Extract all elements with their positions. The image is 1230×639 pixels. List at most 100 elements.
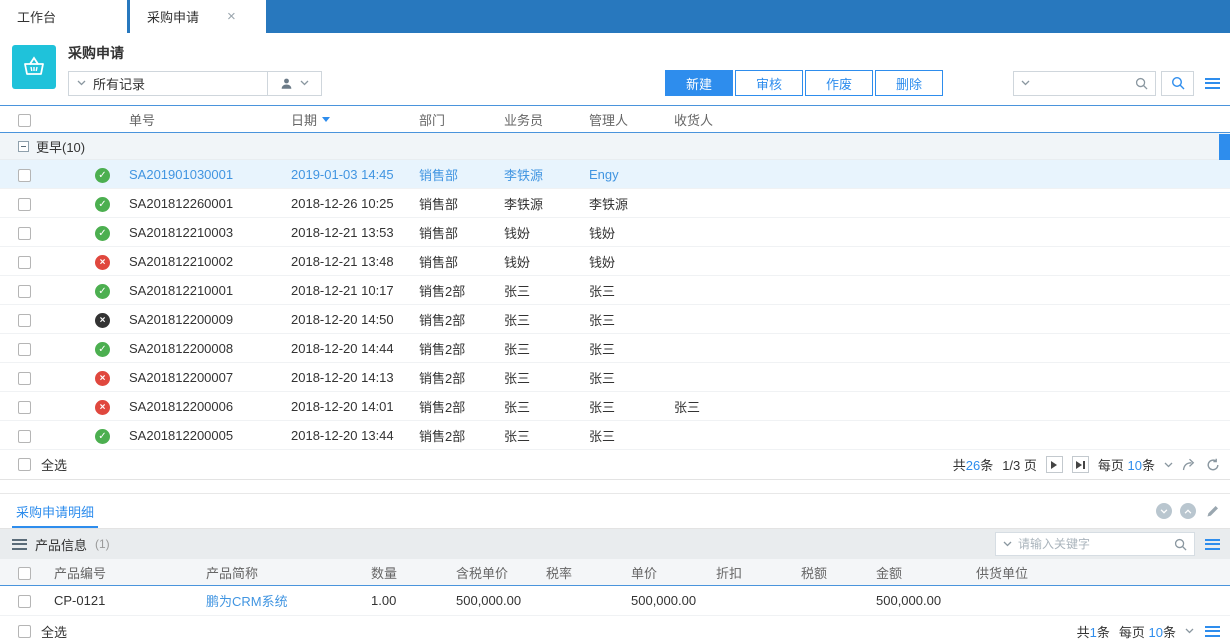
column-sales[interactable]: 业务员 — [504, 110, 589, 129]
row-checkbox[interactable] — [18, 256, 31, 269]
order-dept: 销售2部 — [419, 310, 504, 329]
section-divider — [0, 480, 1230, 494]
status-rejected-icon: × — [95, 371, 110, 386]
column-tax-rate[interactable]: 税率 — [540, 563, 625, 582]
export-icon[interactable] — [1182, 458, 1197, 471]
order-no-link[interactable]: SA201812200008 — [129, 341, 291, 356]
detail-list-settings-button[interactable] — [1205, 626, 1220, 637]
order-sales: 李铁源 — [504, 194, 589, 213]
order-no-link[interactable]: SA201812200005 — [129, 428, 291, 443]
delete-button[interactable]: 删除 — [875, 70, 943, 96]
table-row[interactable]: ×SA2018122000062018-12-20 14:01销售2部张三张三张… — [0, 392, 1230, 421]
keyword-search-icon[interactable] — [1174, 538, 1187, 551]
table-row[interactable]: ✓SA2018122100032018-12-21 13:53销售部钱妢钱妢 — [0, 218, 1230, 247]
table-row[interactable]: ×SA2018122100022018-12-21 13:48销售部钱妢钱妢 — [0, 247, 1230, 276]
column-dept[interactable]: 部门 — [419, 110, 504, 129]
order-no-link[interactable]: SA201812210002 — [129, 254, 291, 269]
next-page-button[interactable] — [1046, 456, 1063, 473]
column-price[interactable]: 单价 — [625, 563, 710, 582]
select-all-checkbox[interactable] — [18, 114, 31, 127]
per-page-dropdown-icon[interactable] — [1185, 628, 1194, 634]
column-product-code[interactable]: 产品编号 — [48, 563, 200, 582]
column-settings-button[interactable] — [1205, 78, 1220, 89]
order-sales: 李铁源 — [504, 165, 589, 184]
audit-button[interactable]: 审核 — [735, 70, 803, 96]
row-checkbox[interactable] — [18, 285, 31, 298]
refresh-icon[interactable] — [1206, 458, 1220, 472]
column-supplier[interactable]: 供货单位 — [970, 563, 1230, 582]
detail-column-settings-button[interactable] — [1205, 539, 1220, 550]
column-amount[interactable]: 金额 — [870, 563, 970, 582]
order-date: 2018-12-20 14:50 — [291, 312, 419, 327]
row-checkbox[interactable] — [18, 169, 31, 182]
order-no-link[interactable]: SA201812200007 — [129, 370, 291, 385]
tab-close-icon[interactable]: × — [227, 9, 236, 24]
order-no-link[interactable]: SA201812210003 — [129, 225, 291, 240]
column-manager[interactable]: 管理人 — [589, 110, 674, 129]
collapse-group-icon[interactable] — [18, 141, 29, 152]
per-page-dropdown-icon[interactable] — [1164, 462, 1173, 468]
detail-pagination: 共1条 每页 10条 — [1077, 622, 1220, 639]
order-no-link[interactable]: SA201812260001 — [129, 196, 291, 211]
detail-footer-select-all-checkbox[interactable] — [18, 625, 31, 638]
table-row[interactable]: ×SA2018122000092018-12-20 14:50销售2部张三张三 — [0, 305, 1230, 334]
column-date[interactable]: 日期 — [291, 110, 419, 129]
list-menu-icon — [1205, 626, 1220, 637]
row-checkbox[interactable] — [18, 314, 31, 327]
column-product-name[interactable]: 产品简称 — [200, 563, 365, 582]
detail-select-all-checkbox[interactable] — [18, 567, 31, 580]
column-receiver[interactable]: 收货人 — [674, 110, 1230, 129]
column-tax[interactable]: 税额 — [795, 563, 870, 582]
column-order-no[interactable]: 单号 — [129, 110, 291, 129]
table-row[interactable]: ×SA2018122000072018-12-20 14:13销售2部张三张三 — [0, 363, 1230, 392]
owner-filter-dropdown[interactable] — [268, 71, 322, 96]
panel-controls — [1156, 503, 1220, 519]
order-sales: 张三 — [504, 368, 589, 387]
order-dept: 销售2部 — [419, 397, 504, 416]
row-checkbox[interactable] — [18, 401, 31, 414]
chevron-down-icon[interactable] — [1003, 541, 1012, 547]
table-row[interactable]: ✓SA2018122000082018-12-20 14:44销售2部张三张三 — [0, 334, 1230, 363]
scrollbar-thumb[interactable] — [1219, 134, 1230, 160]
footer-select-all-checkbox[interactable] — [18, 458, 31, 471]
table-row[interactable]: ✓SA2018122100012018-12-21 10:17销售2部张三张三 — [0, 276, 1230, 305]
new-button[interactable]: 新建 — [665, 70, 733, 96]
search-icon[interactable] — [1135, 77, 1148, 90]
chevron-down-icon[interactable] — [1021, 80, 1030, 86]
row-checkbox[interactable] — [18, 343, 31, 356]
detail-row[interactable]: CP-0121鹏为CRM系统1.00500,000.00500,000.0050… — [0, 586, 1230, 616]
tab-purchase-detail[interactable]: 采购申请明细 — [12, 494, 98, 528]
detail-row-checkbox[interactable] — [18, 595, 31, 608]
search-area — [1013, 71, 1220, 96]
column-qty[interactable]: 数量 — [365, 563, 450, 582]
order-no-link[interactable]: SA201901030001 — [129, 167, 291, 182]
tab-workbench[interactable]: 工作台 — [0, 0, 127, 33]
last-page-button[interactable] — [1072, 456, 1089, 473]
order-date: 2018-12-21 13:53 — [291, 225, 419, 240]
row-checkbox[interactable] — [18, 227, 31, 240]
group-row-earlier[interactable]: 更早(10) — [0, 133, 1230, 160]
collapse-panel-button[interactable] — [1156, 503, 1172, 519]
advanced-search-button[interactable] — [1161, 71, 1194, 96]
expand-panel-button[interactable] — [1180, 503, 1196, 519]
void-button[interactable]: 作废 — [805, 70, 873, 96]
order-no-link[interactable]: SA201812210001 — [129, 283, 291, 298]
tab-purchase-request[interactable]: 采购申请 × — [130, 0, 266, 33]
detail-table-header: 产品编号 产品简称 数量 含税单价 税率 单价 折扣 税额 金额 供货单位 — [0, 559, 1230, 586]
row-checkbox[interactable] — [18, 198, 31, 211]
keyword-search-input[interactable] — [1018, 537, 1168, 551]
record-filter-dropdown[interactable]: 所有记录 — [68, 71, 268, 96]
table-row[interactable]: ✓SA2019010300012019-01-03 14:45销售部李铁源Eng… — [0, 160, 1230, 189]
product-amount: 500,000.00 — [870, 593, 970, 608]
table-row[interactable]: ✓SA2018122600012018-12-26 10:25销售部李铁源李铁源 — [0, 189, 1230, 218]
row-checkbox[interactable] — [18, 430, 31, 443]
table-row[interactable]: ✓SA2018122000052018-12-20 13:44销售2部张三张三 — [0, 421, 1230, 450]
edit-layout-button[interactable] — [1206, 504, 1220, 518]
product-name-link[interactable]: 鹏为CRM系统 — [200, 591, 365, 610]
column-tax-price[interactable]: 含税单价 — [450, 563, 540, 582]
search-input[interactable] — [1035, 76, 1130, 90]
order-no-link[interactable]: SA201812200009 — [129, 312, 291, 327]
order-no-link[interactable]: SA201812200006 — [129, 399, 291, 414]
row-checkbox[interactable] — [18, 372, 31, 385]
column-discount[interactable]: 折扣 — [710, 563, 795, 582]
